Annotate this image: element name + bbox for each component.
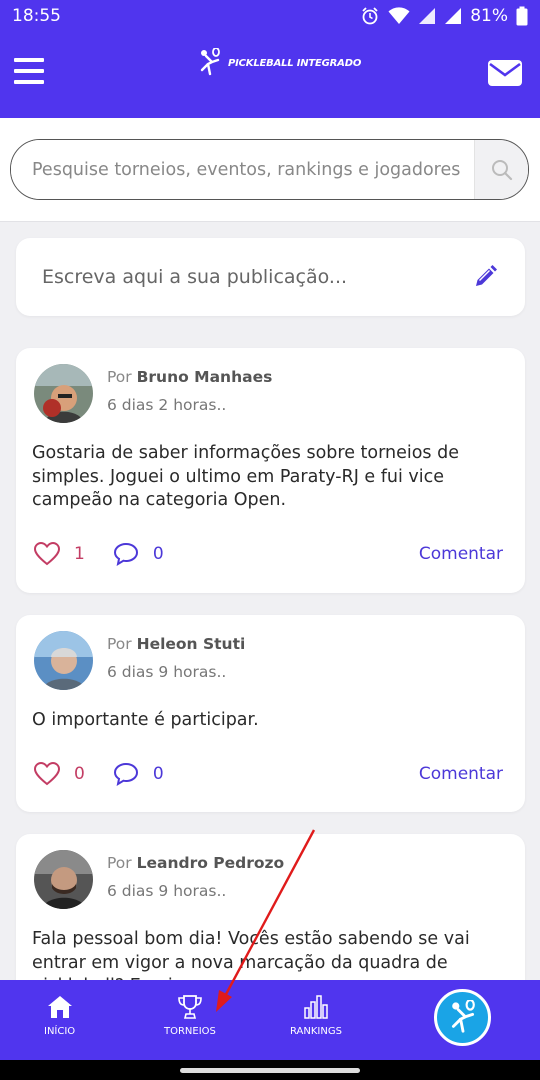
comments-button[interactable]: 0 — [113, 762, 164, 786]
comment-bubble-icon — [113, 762, 138, 786]
wifi-icon — [388, 7, 410, 24]
search-icon — [491, 159, 512, 180]
like-button[interactable]: 0 — [34, 762, 85, 786]
trophy-icon — [178, 995, 202, 1019]
bar-chart-icon — [304, 995, 328, 1019]
battery-icon — [516, 6, 528, 26]
author-name[interactable]: Heleon Stuti — [137, 635, 246, 653]
post-time: 6 dias 2 horas.. — [107, 396, 227, 414]
home-icon — [47, 996, 72, 1018]
comment-link[interactable]: Comentar — [419, 544, 503, 564]
compose-post-card[interactable]: Escreva aqui a sua publicação... — [16, 238, 525, 316]
comment-link[interactable]: Comentar — [419, 764, 503, 784]
like-count: 1 — [74, 544, 85, 564]
author-prefix: Por — [107, 635, 132, 653]
status-time: 18:55 — [12, 6, 61, 26]
heart-icon — [34, 542, 60, 566]
search-input[interactable] — [11, 140, 474, 199]
post-card: Por Bruno Manhaes 6 dias 2 horas.. Gosta… — [16, 348, 525, 593]
post-card: Por Heleon Stuti 6 dias 9 horas.. O impo… — [16, 615, 525, 812]
app-logo: PICKLEBALL INTEGRADO — [196, 48, 361, 78]
signal-icon-2 — [445, 8, 462, 24]
nav-torneios[interactable]: TORNEIOS — [164, 994, 216, 1037]
mail-icon[interactable] — [488, 60, 522, 86]
home-gesture-pill[interactable] — [180, 1068, 360, 1073]
post-text: Gostaria de saber informações sobre torn… — [32, 443, 459, 510]
nav-label: TORNEIOS — [164, 1026, 216, 1037]
post-time: 6 dias 9 horas.. — [107, 663, 227, 681]
nav-rankings[interactable]: RANKINGS — [290, 994, 342, 1037]
search-section — [0, 118, 540, 222]
comment-count: 0 — [152, 544, 164, 564]
post-actions: 1 0 Comentar — [34, 542, 503, 566]
comment-count: 0 — [152, 764, 164, 784]
nav-label: INÍCIO — [44, 1026, 76, 1037]
logo-text: PICKLEBALL INTEGRADO — [228, 57, 362, 69]
like-count: 0 — [74, 764, 85, 784]
like-button[interactable]: 1 — [34, 542, 85, 566]
pickleball-player-icon — [451, 999, 475, 1033]
post-actions: 0 0 Comentar — [34, 762, 503, 786]
heart-icon — [34, 762, 60, 786]
app-bar: PICKLEBALL INTEGRADO — [0, 32, 540, 118]
pickleball-player-icon — [200, 48, 220, 76]
author-name[interactable]: Bruno Manhaes — [137, 368, 273, 386]
post-text: O importante é participar. — [32, 710, 259, 730]
status-bar: 18:55 81% — [0, 0, 540, 32]
battery-percent: 81% — [470, 6, 508, 26]
system-nav-bar — [0, 1060, 540, 1080]
search-button[interactable] — [474, 140, 528, 199]
author-name[interactable]: Leandro Pedrozo — [137, 854, 285, 872]
comment-bubble-icon — [113, 542, 138, 566]
signal-icon — [419, 8, 436, 24]
bottom-nav: INÍCIO TORNEIOS RANKINGS — [0, 980, 540, 1060]
pickleball-fab-button[interactable] — [434, 989, 491, 1046]
alarm-icon — [362, 7, 378, 25]
author-prefix: Por — [107, 368, 132, 386]
author-prefix: Por — [107, 854, 132, 872]
search-bar — [10, 139, 529, 200]
nav-home[interactable]: INÍCIO — [44, 994, 75, 1037]
avatar[interactable] — [34, 631, 93, 690]
comments-button[interactable]: 0 — [113, 542, 164, 566]
post-time: 6 dias 9 horas.. — [107, 882, 227, 900]
hamburger-menu-icon[interactable] — [14, 58, 44, 84]
compose-placeholder[interactable]: Escreva aqui a sua publicação... — [42, 266, 471, 288]
nav-label: RANKINGS — [290, 1026, 342, 1037]
pencil-icon[interactable] — [471, 263, 499, 291]
avatar[interactable] — [34, 850, 93, 909]
avatar[interactable] — [34, 364, 93, 423]
